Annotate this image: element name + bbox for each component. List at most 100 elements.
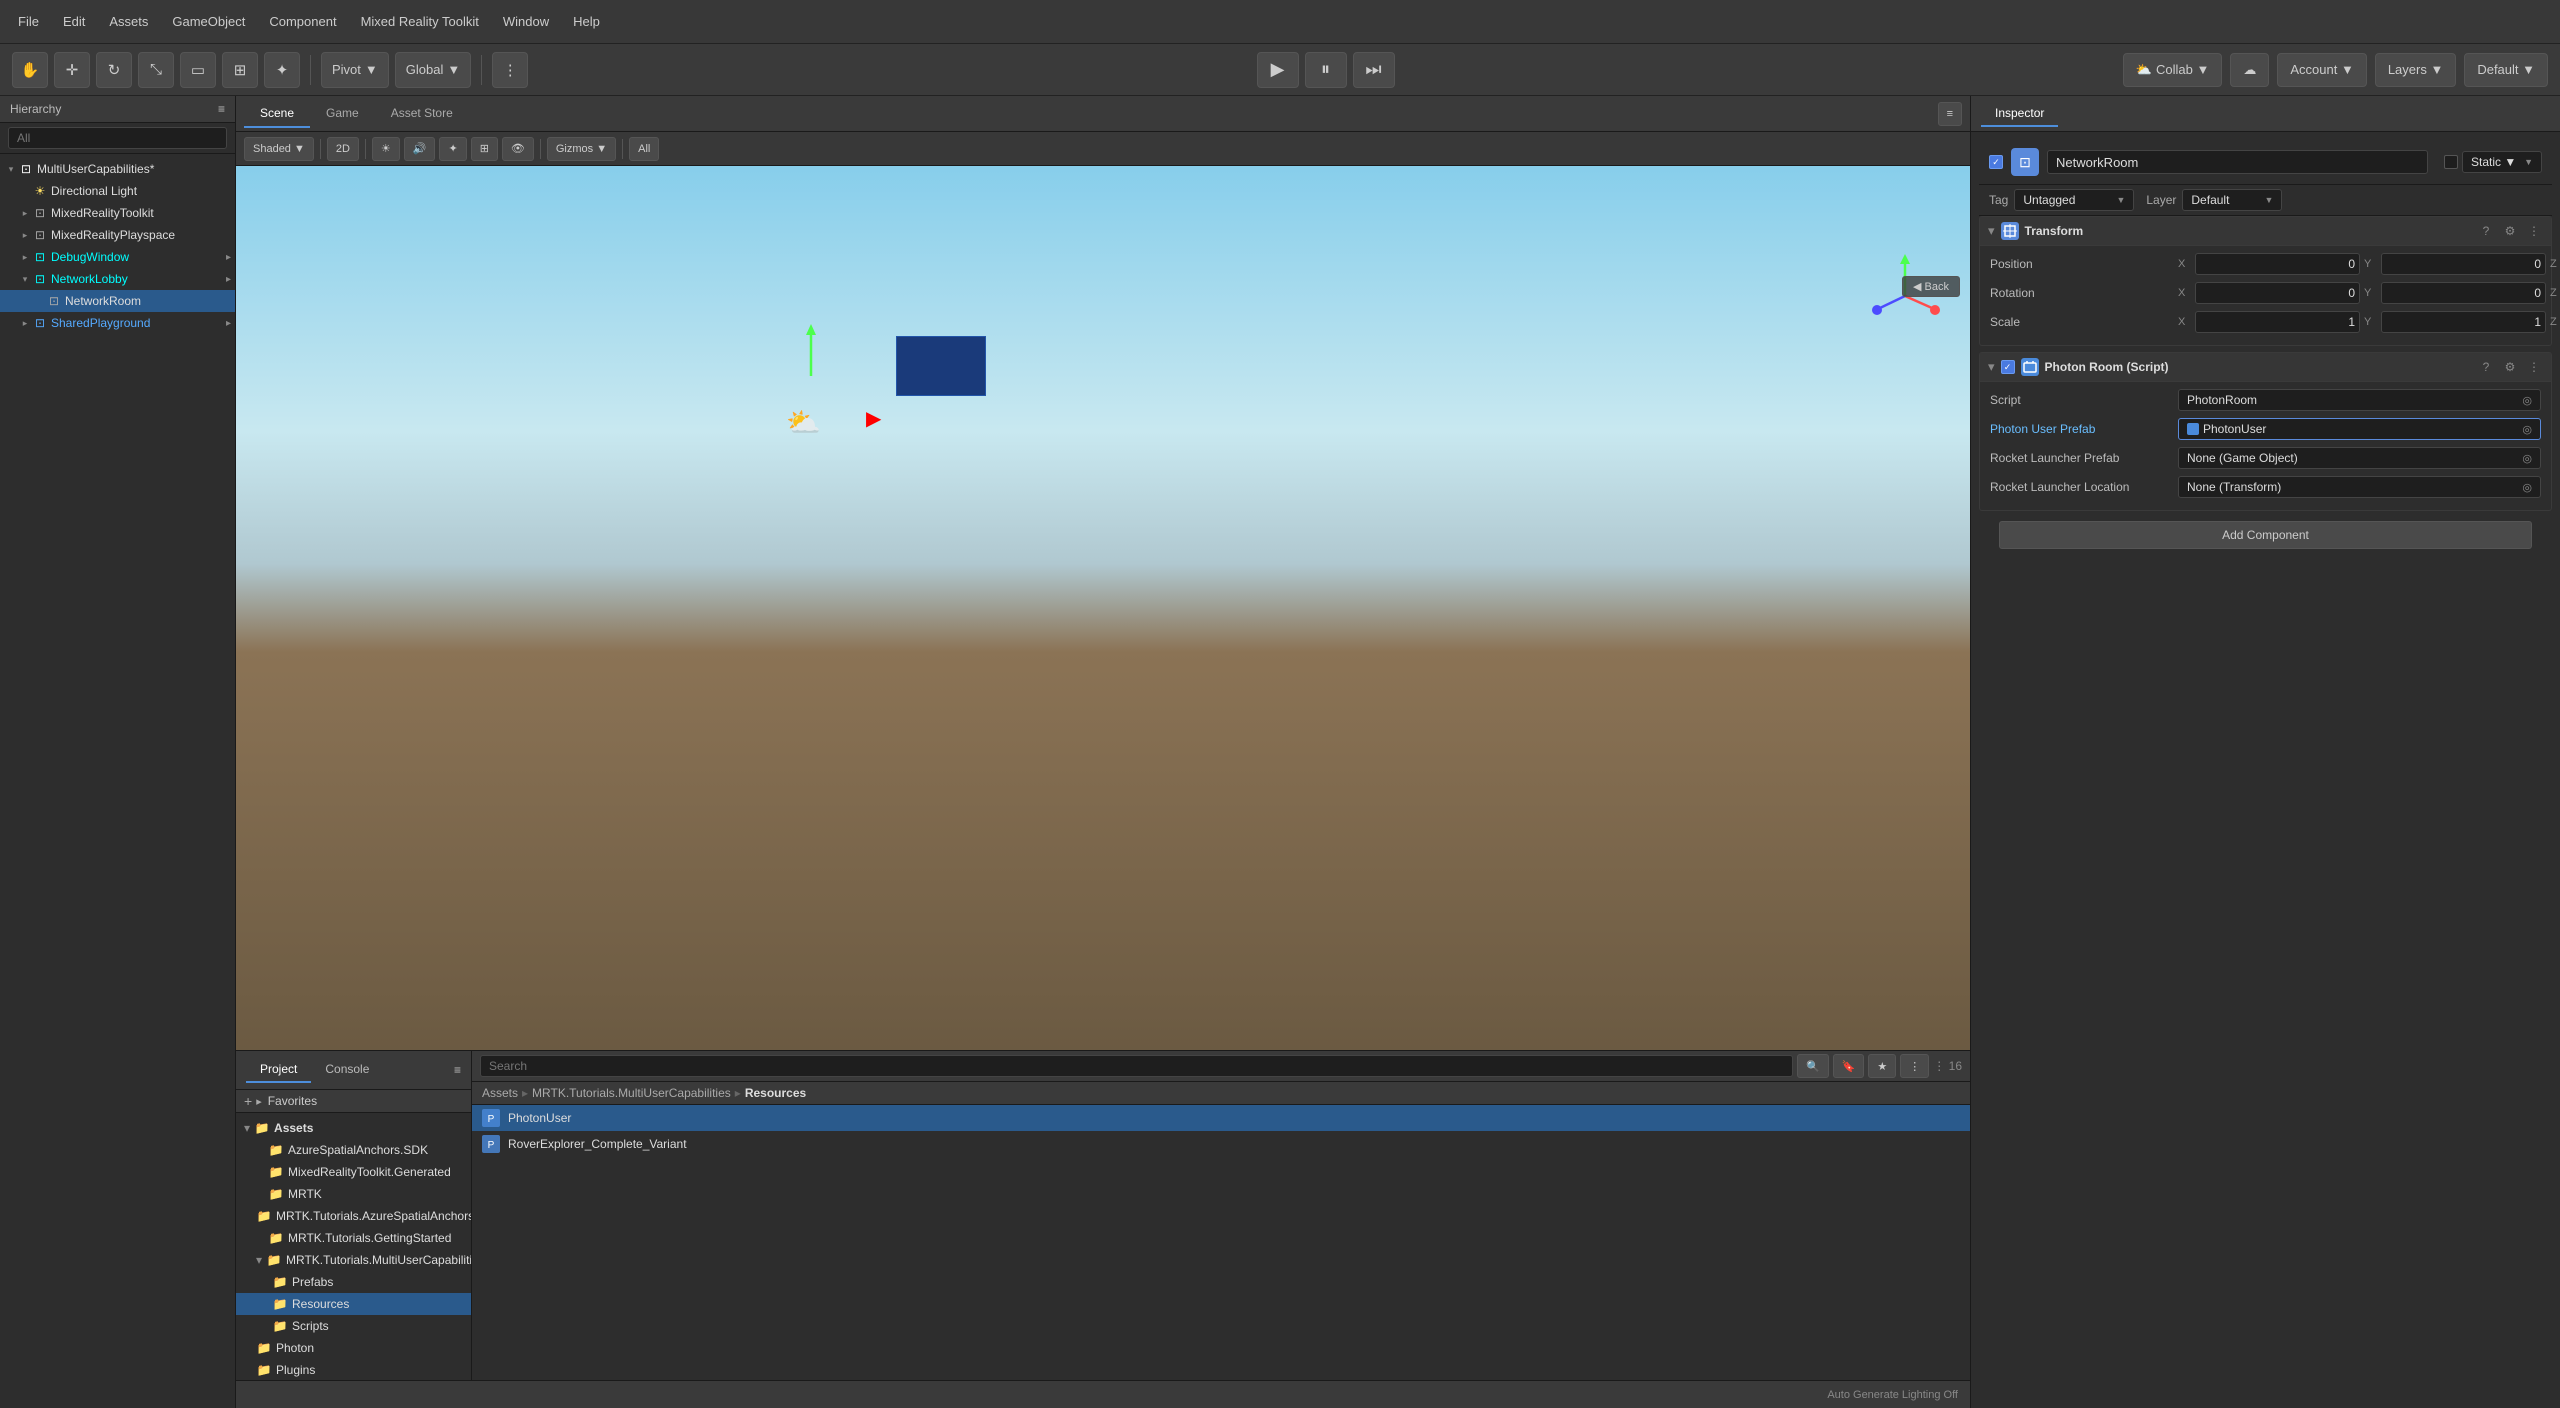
layers-button[interactable]: Layers ▼ (2375, 53, 2457, 87)
gameobj-name-field[interactable]: NetworkRoom (2047, 150, 2428, 174)
static-checkbox[interactable] (2444, 155, 2458, 169)
hier-item-root[interactable]: ▾ ⊡ MultiUserCapabilities* (0, 158, 235, 180)
transform-settings-icon[interactable]: ⚙ (2501, 222, 2519, 240)
play-button[interactable]: ▶ (1257, 52, 1299, 88)
file-grid-icon[interactable]: ⋮ (1900, 1054, 1929, 1078)
layer-dropdown[interactable]: Default ▼ (2182, 189, 2282, 211)
photon-enabled-checkbox[interactable]: ✓ (2001, 360, 2015, 374)
menu-gameobject[interactable]: GameObject (162, 10, 255, 33)
file-bookmark-icon[interactable]: 🔖 (1833, 1054, 1865, 1078)
rotation-y-input[interactable] (2381, 282, 2546, 304)
scale-tool-btn[interactable]: ⤡ (138, 52, 174, 88)
search-all-btn[interactable]: All (629, 137, 659, 161)
photon-user-prefab-field[interactable]: PhotonUser ◎ (2178, 418, 2541, 440)
photon-more-icon[interactable]: ⋮ (2525, 358, 2543, 376)
photon-settings-icon[interactable]: ⚙ (2501, 358, 2519, 376)
scale-x-input[interactable] (2195, 311, 2360, 333)
file-star-icon[interactable]: ★ (1868, 1054, 1896, 1078)
proj-assets-root[interactable]: ▾ 📁 Assets (236, 1117, 471, 1139)
script-field[interactable]: PhotonRoom ◎ (2178, 389, 2541, 411)
scene-tab-icon-btn[interactable]: ≡ (1938, 102, 1962, 126)
hier-item-networkroom[interactable]: ⊡ NetworkRoom (0, 290, 235, 312)
hier-item-playspace[interactable]: ▸ ⊡ MixedRealityPlayspace (0, 224, 235, 246)
collab-button[interactable]: ⛅ Collab ▼ (2123, 53, 2223, 87)
hier-item-sharedplayground[interactable]: ▸ ⊡ SharedPlayground ▸ (0, 312, 235, 334)
hidden-btn[interactable]: 👁 (502, 137, 534, 161)
menu-help[interactable]: Help (563, 10, 610, 33)
hier-item-debugwindow[interactable]: ▸ ⊡ DebugWindow ▸ (0, 246, 235, 268)
custom-tool-btn[interactable]: ✦ (264, 52, 300, 88)
rect-tool-btn[interactable]: ▭ (180, 52, 216, 88)
cloud-button[interactable]: ☁ (2230, 53, 2269, 87)
menu-mrtk[interactable]: Mixed Reality Toolkit (351, 10, 489, 33)
position-y-input[interactable] (2381, 253, 2546, 275)
proj-item-scripts[interactable]: 📁 Scripts (236, 1315, 471, 1337)
step-button[interactable]: ⏭ (1353, 52, 1395, 88)
hier-item-mrtk[interactable]: ▸ ⊡ MixedRealityToolkit (0, 202, 235, 224)
photon-help-icon[interactable]: ? (2477, 358, 2495, 376)
proj-item-mrtk-gen[interactable]: 📁 MixedRealityToolkit.Generated (236, 1161, 471, 1183)
menu-file[interactable]: File (8, 10, 49, 33)
hier-item-networklobby[interactable]: ▾ ⊡ NetworkLobby ▸ (0, 268, 235, 290)
project-add-btn[interactable]: + (244, 1093, 252, 1109)
global-dropdown[interactable]: Global ▼ (395, 52, 471, 88)
grid-btn[interactable]: ⋮ (492, 52, 528, 88)
static-dropdown[interactable]: Static ▼ ▼ (2462, 151, 2542, 173)
tag-dropdown[interactable]: Untagged ▼ (2014, 189, 2134, 211)
menu-window[interactable]: Window (493, 10, 559, 33)
hier-item-dirlight[interactable]: ☀ Directional Light (0, 180, 235, 202)
rotate-tool-btn[interactable]: ↻ (96, 52, 132, 88)
gameobj-enabled-checkbox[interactable]: ✓ (1989, 155, 2003, 169)
position-x-input[interactable] (2195, 253, 2360, 275)
menu-component[interactable]: Component (259, 10, 346, 33)
proj-item-mrtk-azure[interactable]: 📁 MRTK.Tutorials.AzureSpatialAnchors (236, 1205, 471, 1227)
scene-view[interactable]: ◀ Back ⛅ ▶ (236, 166, 1970, 1050)
pause-button[interactable]: ⏸ (1305, 52, 1347, 88)
breadcrumb-assets[interactable]: Assets (482, 1086, 518, 1100)
proj-item-azurespatial[interactable]: 📁 AzureSpatialAnchors.SDK (236, 1139, 471, 1161)
breadcrumb-multi[interactable]: MRTK.Tutorials.MultiUserCapabilities (532, 1086, 731, 1100)
gizmos-dropdown[interactable]: Gizmos ▼ (547, 137, 616, 161)
2d-button[interactable]: 2D (327, 137, 359, 161)
breadcrumb-resources[interactable]: Resources (745, 1086, 806, 1100)
transform-more-icon[interactable]: ⋮ (2525, 222, 2543, 240)
transform-help-icon[interactable]: ? (2477, 222, 2495, 240)
tab-game[interactable]: Game (310, 100, 375, 128)
move-tool-btn[interactable]: ✛ (54, 52, 90, 88)
file-row-roverexplorer[interactable]: P RoverExplorer_Complete_Variant (472, 1131, 1970, 1157)
transform-header[interactable]: ▾ Transform ? ⚙ ⋮ (1980, 217, 2551, 246)
layout-button[interactable]: Default ▼ (2464, 53, 2548, 87)
lighting-btn[interactable]: ☀ (372, 137, 400, 161)
tab-project[interactable]: Project (246, 1057, 311, 1083)
photon-room-header[interactable]: ▾ ✓ Photon Room (Script) ? ⚙ ⋮ (1980, 353, 2551, 382)
proj-item-photon[interactable]: 📁 Photon (236, 1337, 471, 1359)
account-button[interactable]: Account ▼ (2277, 53, 2366, 87)
proj-item-mrtk-getting[interactable]: 📁 MRTK.Tutorials.GettingStarted (236, 1227, 471, 1249)
menu-edit[interactable]: Edit (53, 10, 95, 33)
pivot-dropdown[interactable]: Pivot ▼ (321, 52, 389, 88)
tab-scene[interactable]: Scene (244, 100, 310, 128)
scene-back-button[interactable]: ◀ Back (1902, 276, 1960, 297)
rotation-x-input[interactable] (2195, 282, 2360, 304)
inspector-tab[interactable]: Inspector (1981, 101, 2058, 127)
proj-item-mrtk-multi[interactable]: ▾ 📁 MRTK.Tutorials.MultiUserCapabilities (236, 1249, 471, 1271)
scene-view-btn[interactable]: ⊞ (471, 137, 498, 161)
transform-tool-btn[interactable]: ⊞ (222, 52, 258, 88)
tab-asset-store[interactable]: Asset Store (375, 100, 469, 128)
fx-btn[interactable]: ✦ (439, 137, 466, 161)
file-row-photonuser[interactable]: P PhotonUser (472, 1105, 1970, 1131)
file-search-input[interactable] (480, 1055, 1793, 1077)
tab-console[interactable]: Console (311, 1057, 383, 1083)
scale-y-input[interactable] (2381, 311, 2546, 333)
hierarchy-search-input[interactable] (8, 127, 227, 149)
proj-item-prefabs[interactable]: 📁 Prefabs (236, 1271, 471, 1293)
audio-btn[interactable]: 🔊 (404, 137, 436, 161)
file-search-icon[interactable]: 🔍 (1797, 1054, 1829, 1078)
shading-dropdown[interactable]: Shaded ▼ (244, 137, 314, 161)
rocket-prefab-field[interactable]: None (Game Object) ◎ (2178, 447, 2541, 469)
proj-item-plugins[interactable]: 📁 Plugins (236, 1359, 471, 1380)
menu-assets[interactable]: Assets (99, 10, 158, 33)
proj-item-mrtk[interactable]: 📁 MRTK (236, 1183, 471, 1205)
proj-item-resources[interactable]: 📁 Resources (236, 1293, 471, 1315)
hand-tool-btn[interactable]: ✋ (12, 52, 48, 88)
